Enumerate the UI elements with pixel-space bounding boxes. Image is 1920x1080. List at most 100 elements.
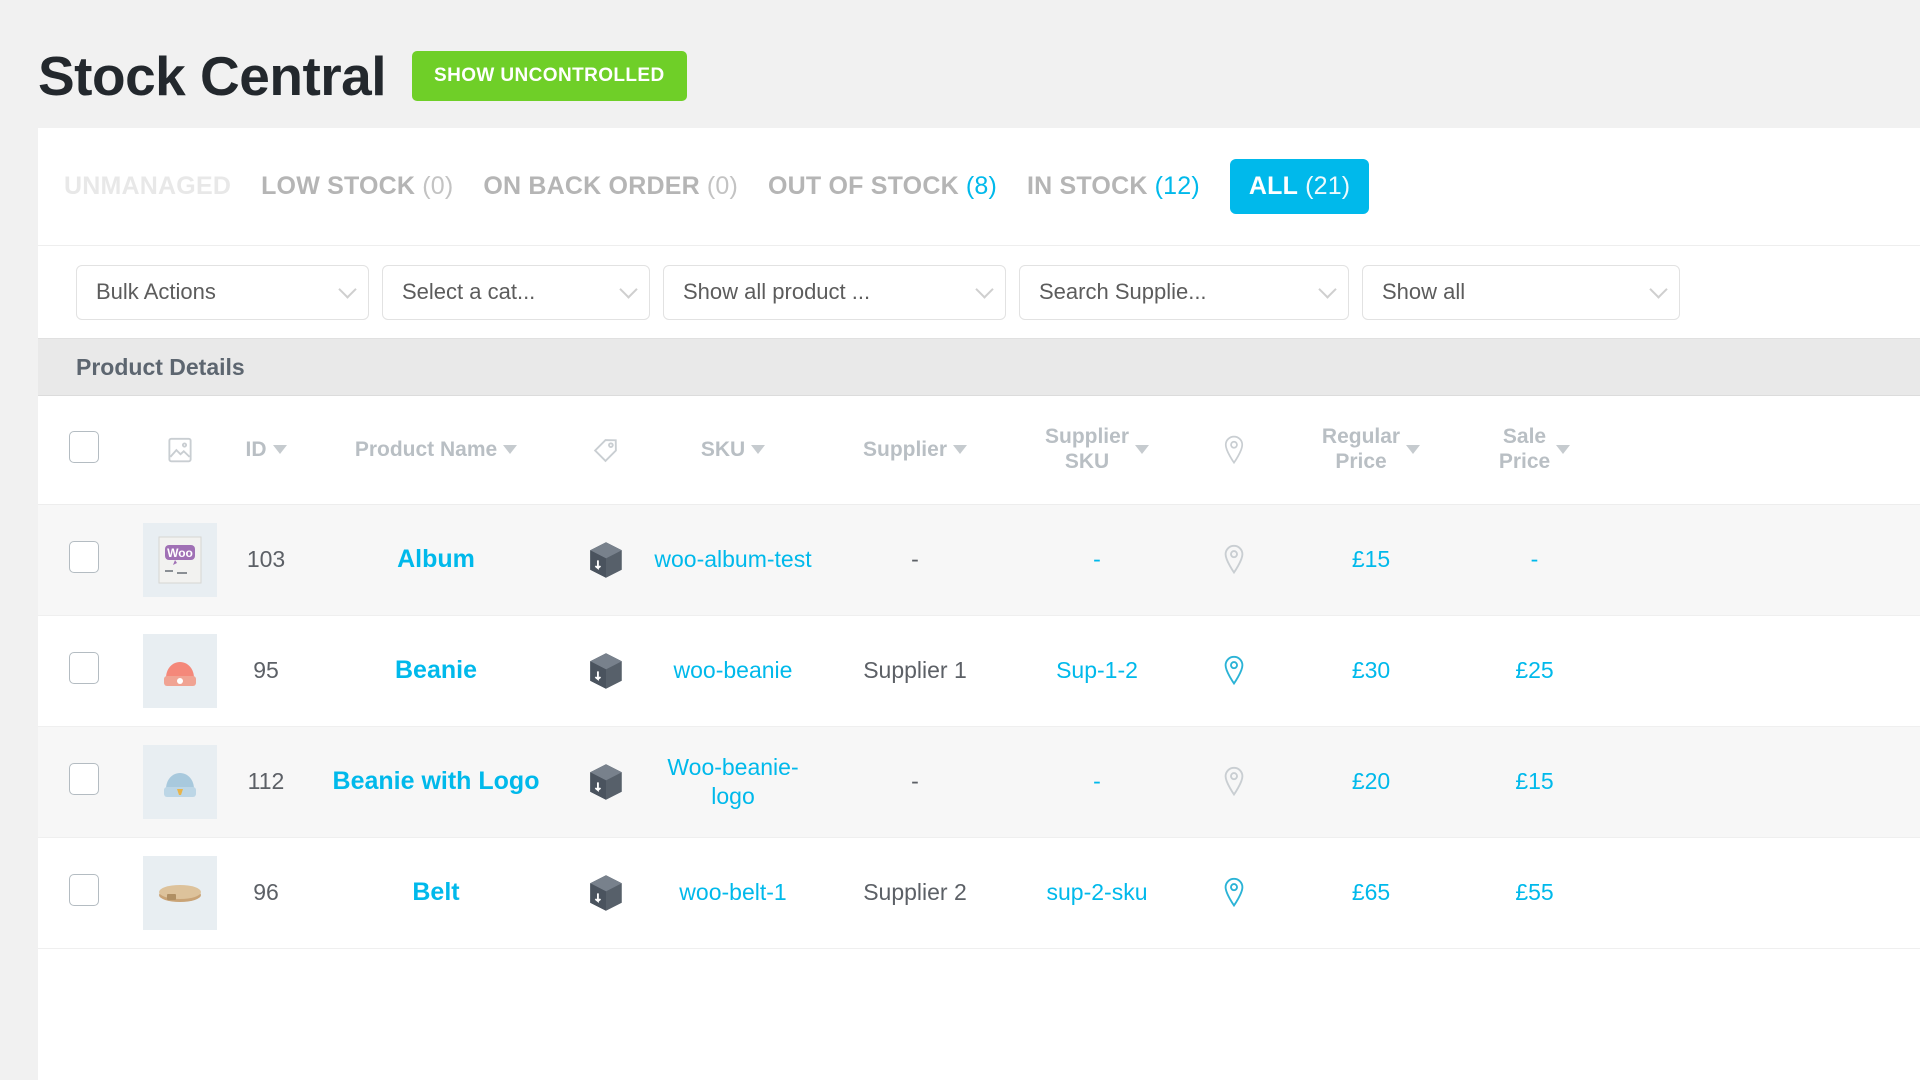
- row-spacer-cell: [1607, 504, 1920, 616]
- regular-price-header[interactable]: Regular Price: [1280, 396, 1462, 505]
- tab-count: (21): [1305, 172, 1351, 200]
- sku-header[interactable]: SKU: [642, 396, 824, 505]
- tab-bar-fade-overlay: [1710, 128, 1920, 244]
- sort-caret-icon: [953, 445, 967, 455]
- supplier-header[interactable]: Supplier: [824, 396, 1006, 505]
- row-supplier-sku-cell: -: [1006, 726, 1188, 838]
- stock-central-panel: UNMANAGED LOW STOCK (0) ON BACK ORDER (0) OUT…: [38, 128, 1920, 1080]
- select-value: Bulk Actions: [96, 279, 216, 304]
- tab-on-back-order[interactable]: ON BACK ORDER (0): [483, 172, 738, 201]
- row-location-cell: [1188, 615, 1280, 727]
- supplier-sku-link[interactable]: -: [1093, 768, 1101, 794]
- product-details-group-header: Product Details: [38, 338, 1920, 396]
- tab-out-of-stock[interactable]: OUT OF STOCK (8): [768, 172, 997, 201]
- row-thumbnail-cell: Woo: [130, 504, 230, 616]
- row-sale-price-cell: £15: [1462, 726, 1607, 838]
- product-name-header-label: Product Name: [354, 437, 498, 461]
- sku-link[interactable]: woo-belt-1: [679, 879, 786, 905]
- location-pin-icon[interactable]: [1192, 543, 1276, 576]
- regular-price-value[interactable]: £65: [1352, 879, 1390, 905]
- tab-count: (0): [706, 172, 738, 200]
- table-row: 95 Beanie woo-beanie Supplier 1 Sup-1-2 £30 £2…: [38, 615, 1920, 727]
- select-all-checkbox[interactable]: [69, 430, 99, 463]
- row-supplier: Supplier 1: [824, 615, 1006, 727]
- chevron-down-icon: [1649, 280, 1668, 299]
- row-product-name-cell: Beanie with Logo: [302, 726, 570, 838]
- tab-in-stock[interactable]: IN STOCK (12): [1027, 172, 1200, 201]
- location-pin-icon[interactable]: [1192, 654, 1276, 687]
- tab-low-stock[interactable]: LOW STOCK (0): [261, 172, 453, 201]
- row-spacer-cell: [1607, 837, 1920, 949]
- sale-price-value[interactable]: £55: [1515, 879, 1553, 905]
- row-id: 96: [230, 837, 302, 949]
- row-select-cell: [38, 837, 130, 949]
- supplier-select[interactable]: Search Supplie...: [1019, 264, 1349, 320]
- product-name-link[interactable]: Beanie with Logo: [333, 767, 540, 795]
- row-id: 95: [230, 615, 302, 727]
- row-location-cell: [1188, 837, 1280, 949]
- tab-count: (8): [965, 172, 997, 200]
- product-type-select[interactable]: Show all product ...: [663, 264, 1006, 320]
- sku-link[interactable]: woo-beanie: [674, 657, 793, 683]
- status-tab-bar: UNMANAGED LOW STOCK (0) ON BACK ORDER (0) OUT…: [38, 128, 1920, 246]
- product-name-link[interactable]: Belt: [412, 878, 459, 906]
- sale-price-value[interactable]: £15: [1515, 768, 1553, 794]
- show-uncontrolled-button[interactable]: SHOW UNCONTROLLED: [412, 51, 687, 101]
- supplier-sku-header[interactable]: Supplier SKU: [1006, 396, 1188, 505]
- row-checkbox[interactable]: [69, 762, 99, 795]
- supplier-sku-link[interactable]: -: [1093, 546, 1101, 572]
- row-checkbox[interactable]: [69, 873, 99, 906]
- tab-all[interactable]: ALL (21): [1229, 159, 1370, 214]
- tab-count: (12): [1154, 172, 1200, 200]
- table-row: 112 Beanie with Logo Woo-beanie-logo - - £20 £…: [38, 726, 1920, 838]
- sale-price-value[interactable]: -: [1531, 546, 1539, 572]
- row-stock-box-cell: [570, 615, 642, 727]
- product-name-link[interactable]: Beanie: [395, 656, 477, 684]
- row-spacer-cell: [1607, 615, 1920, 727]
- location-pin-icon[interactable]: [1192, 876, 1276, 909]
- stock-table: ID Product Name SKU Supplier Supplier SK…: [38, 396, 1920, 949]
- image-icon: [134, 435, 226, 465]
- select-value: Show all product ...: [683, 279, 871, 304]
- id-header[interactable]: ID: [230, 396, 302, 505]
- sku-link[interactable]: woo-album-test: [654, 546, 811, 572]
- chevron-down-icon: [338, 280, 357, 299]
- row-id: 112: [230, 726, 302, 838]
- sku-link[interactable]: Woo-beanie-logo: [667, 754, 798, 809]
- row-sale-price-cell: £55: [1462, 837, 1607, 949]
- category-select[interactable]: Select a cat...: [382, 264, 650, 320]
- product-name-header[interactable]: Product Name: [302, 396, 570, 505]
- row-supplier: -: [824, 726, 1006, 838]
- extra-filter-select[interactable]: Show all: [1362, 264, 1680, 320]
- stock-table-body: Woo 103 Album woo-album-test - - £15-95 Beanie w…: [38, 504, 1920, 949]
- beanie-blue-thumb: [143, 744, 217, 819]
- supplier-sku-link[interactable]: sup-2-sku: [1047, 879, 1148, 905]
- row-sku-cell: woo-belt-1: [642, 837, 824, 949]
- row-checkbox[interactable]: [69, 651, 99, 684]
- row-supplier: Supplier 2: [824, 837, 1006, 949]
- row-thumbnail-cell: [130, 726, 230, 838]
- sale-price-header[interactable]: Sale Price: [1462, 396, 1607, 505]
- regular-price-value[interactable]: £20: [1352, 768, 1390, 794]
- product-name-link[interactable]: Album: [397, 545, 475, 573]
- filter-bar: Bulk Actions Select a cat... Show all prod…: [38, 246, 1920, 338]
- select-all-header: [38, 396, 130, 505]
- row-select-cell: [38, 726, 130, 838]
- location-pin-icon: [1192, 434, 1276, 466]
- row-product-name-cell: Belt: [302, 837, 570, 949]
- row-supplier: -: [824, 504, 1006, 616]
- row-checkbox[interactable]: [69, 540, 99, 573]
- supplier-sku-link[interactable]: Sup-1-2: [1056, 657, 1138, 683]
- tab-unmanaged[interactable]: UNMANAGED: [64, 172, 231, 201]
- tag-icon: [574, 435, 638, 465]
- sort-caret-icon: [1556, 445, 1571, 455]
- row-thumbnail-cell: [130, 615, 230, 727]
- regular-price-value[interactable]: £30: [1352, 657, 1390, 683]
- row-supplier-sku-cell: Sup-1-2: [1006, 615, 1188, 727]
- bulk-actions-select[interactable]: Bulk Actions: [76, 264, 369, 320]
- regular-price-value[interactable]: £15: [1352, 546, 1390, 572]
- package-box-icon: [574, 760, 638, 804]
- sale-price-value[interactable]: £25: [1515, 657, 1553, 683]
- location-pin-icon[interactable]: [1192, 765, 1276, 798]
- sort-caret-icon: [272, 445, 287, 455]
